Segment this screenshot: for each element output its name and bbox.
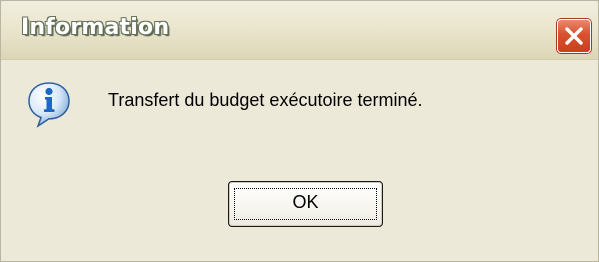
title-bar[interactable]: Information <box>1 1 598 60</box>
info-icon <box>28 82 70 128</box>
close-button[interactable] <box>557 19 591 53</box>
information-dialog: Information Transfert du budget exécutoi… <box>0 0 599 262</box>
ok-button-label: OK <box>292 192 319 212</box>
dialog-title: Information <box>21 15 170 40</box>
dialog-body: Transfert du budget exécutoire terminé. … <box>1 60 598 261</box>
message-text: Transfert du budget exécutoire terminé. <box>108 90 423 110</box>
ok-button[interactable]: OK <box>228 181 383 227</box>
close-icon <box>565 27 583 45</box>
